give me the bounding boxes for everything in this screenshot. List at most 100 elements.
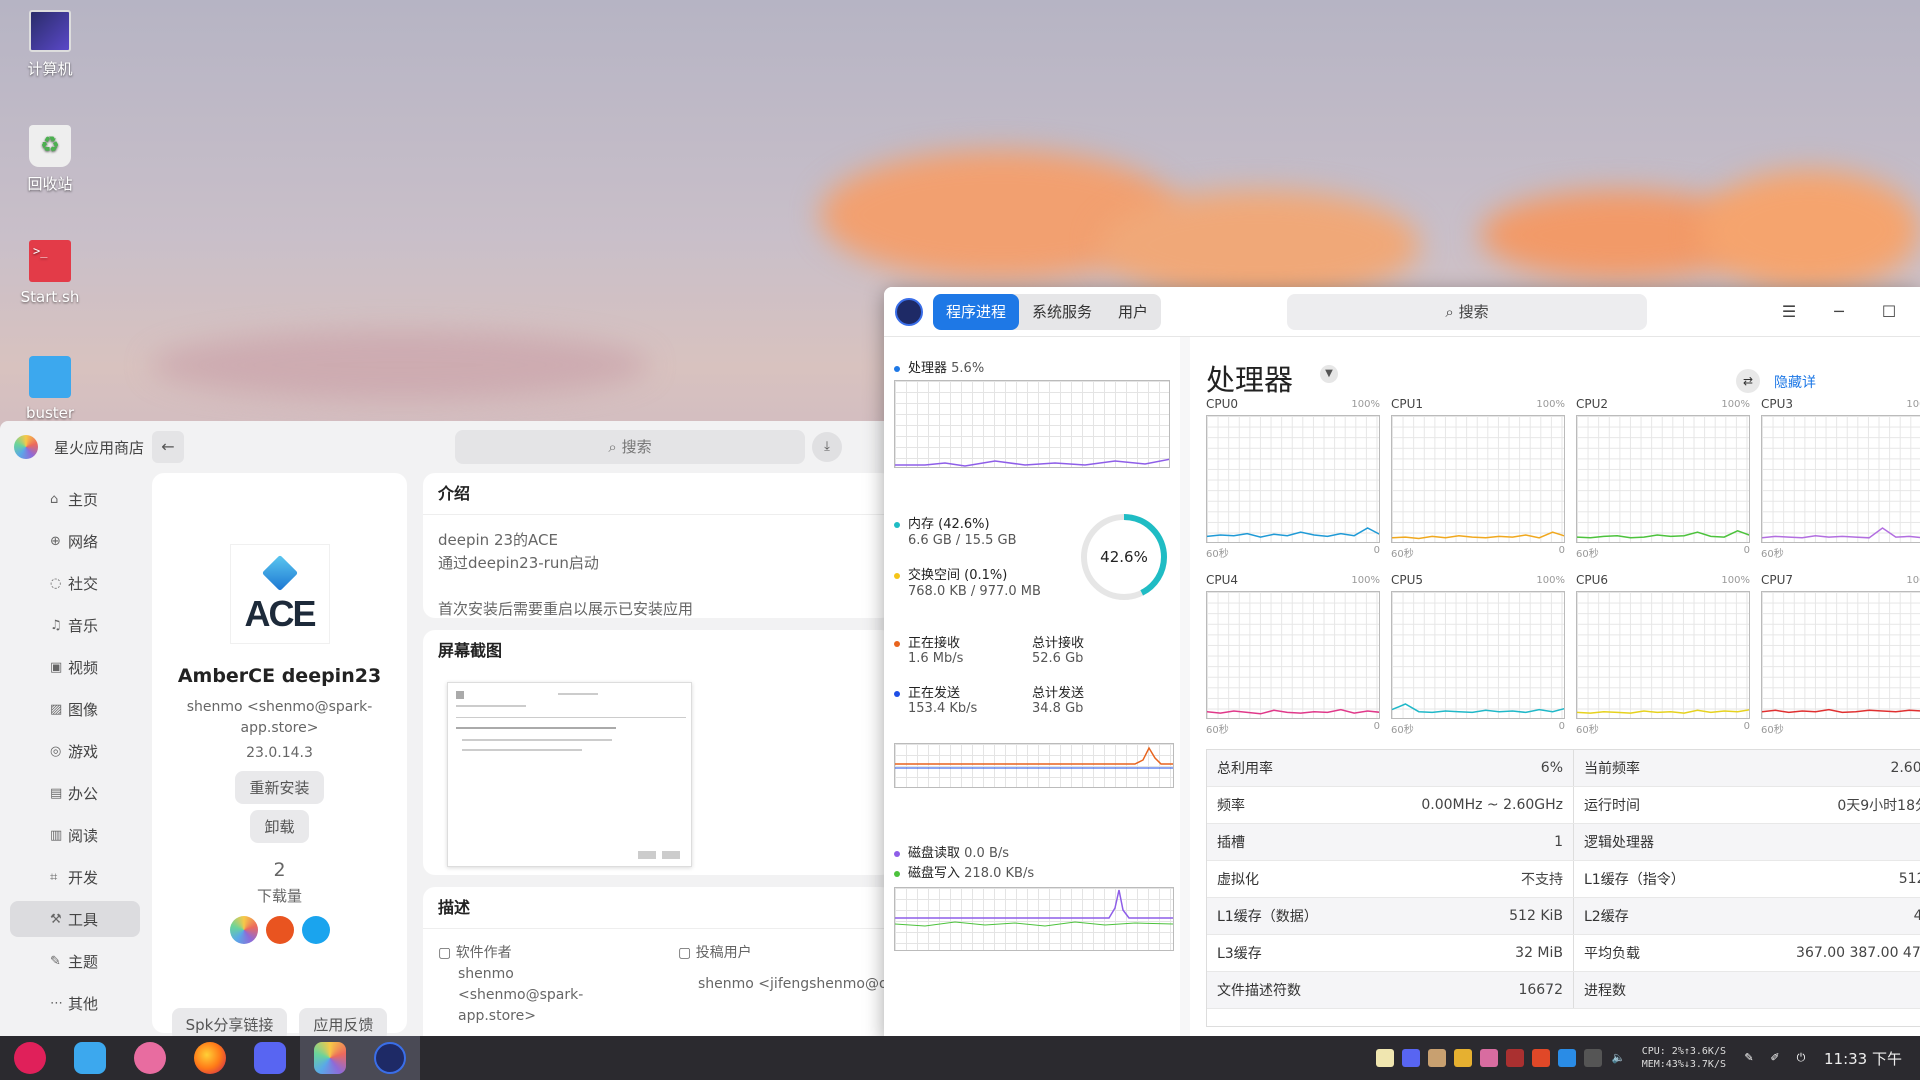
store-search-input[interactable]: ⌕ 搜索 (455, 430, 805, 464)
software-author: shenmo <shenmo@spark-app.store> (458, 966, 584, 1024)
nav-item-other[interactable]: ⋯ 其他 (10, 985, 140, 1021)
monitor-search-input[interactable]: ⌕ 搜索 (1287, 293, 1647, 330)
back-button[interactable]: ← (152, 431, 184, 463)
tab-processes[interactable]: 程序进程 (933, 293, 1020, 330)
cpu-core-max: 100% (1351, 575, 1380, 586)
cpu-core-2: CPU2 100% 60秒 0 (1576, 397, 1750, 560)
nav-item-tools[interactable]: ⚒ 工具 (10, 901, 140, 937)
menu-button[interactable]: ☰ (1774, 297, 1804, 327)
tray-folder-icon[interactable] (1453, 1049, 1472, 1067)
desktop-icon-trash[interactable]: ♻ 回收站 (14, 125, 86, 194)
tab-services[interactable]: 系统服务 (1019, 294, 1105, 330)
firefox-icon (194, 1042, 226, 1074)
store-titlebar: 星火应用商店 ← ⌕ 搜索 ⤓ (0, 421, 890, 473)
intro-title: 介绍 (423, 473, 890, 515)
detail-cell: 总利用率 6% (1207, 750, 1574, 786)
cpu-core-6: CPU6 100% 60秒 0 (1576, 573, 1750, 736)
app-info-card: ACE AmberCE deepin23 shenmo <shenmo@spar… (152, 473, 407, 1036)
cpu-core-line (1207, 527, 1379, 538)
tray-chat-icon[interactable] (1557, 1049, 1576, 1067)
detail-row: 频率0.00MHz ~ 2.60GHz运行时间0天9小时18分钟 (1207, 787, 1920, 824)
desktop-icon-buster[interactable]: buster (14, 356, 86, 422)
more-icon: ⋯ (50, 995, 63, 1011)
card-bottom-actions: Spk分享链接 应用反馈 (152, 998, 407, 1036)
cpu-details-table: 总利用率6%当前频率2.60GH频率0.00MHz ~ 2.60GHz运行时间0… (1206, 749, 1920, 1027)
nav-item-image[interactable]: ▨ 图像 (10, 691, 140, 727)
tray-discord-icon[interactable] (1401, 1049, 1420, 1067)
book-icon: ▥ (50, 827, 63, 843)
download-manager-button[interactable]: ⤓ (812, 432, 842, 462)
cpu-core-max: 100% (1536, 399, 1565, 410)
tray-cat-icon[interactable] (1427, 1049, 1446, 1067)
chevron-down-icon[interactable]: ▼ (1320, 365, 1338, 383)
file-manager-icon (74, 1042, 106, 1074)
nav-item-office[interactable]: ▤ 办公 (10, 775, 140, 811)
launcher-button[interactable] (0, 1036, 60, 1080)
feedback-button[interactable]: 应用反馈 (299, 1008, 388, 1036)
disk-read: 磁盘读取 0.0 B/s (894, 842, 1009, 861)
cpu-core-5: CPU5 100% 60秒 0 (1391, 573, 1565, 736)
uninstall-button[interactable]: 卸载 (250, 810, 309, 843)
maximize-button[interactable]: ☐ (1874, 297, 1904, 327)
nav-item-home[interactable]: ⌂ 主页 (10, 481, 140, 517)
cpu-core-graph (1391, 415, 1565, 543)
taskbar-spark-store[interactable] (300, 1036, 360, 1080)
volume-icon[interactable]: 🔈 (1610, 1049, 1628, 1067)
swap-label: 交换空间 (0.1%) (894, 564, 1007, 583)
taskbar-firefox[interactable] (180, 1036, 240, 1080)
nav-item-music[interactable]: ♫ 音乐 (10, 607, 140, 643)
tab-users[interactable]: 用户 (1105, 294, 1161, 330)
taskbar-file-manager[interactable] (60, 1036, 120, 1080)
detail-cell: L3缓存 32 MiB (1207, 935, 1574, 971)
taskbar-system-monitor[interactable] (360, 1036, 420, 1080)
package-icon: ▢ (678, 945, 696, 961)
cpu-core-4: CPU4 100% 60秒 0 (1206, 573, 1380, 736)
cpu-core-graph (1206, 591, 1380, 719)
nav-item-games[interactable]: ◎ 游戏 (10, 733, 140, 769)
tray-keyboard-icon[interactable] (1583, 1049, 1602, 1067)
detail-cell: 运行时间0天9小时18分钟 (1574, 787, 1920, 823)
download-count-label: 下载量 (256, 887, 302, 905)
detail-cell: 进程数30 (1574, 972, 1920, 1008)
brush-icon[interactable]: ✐ (1766, 1049, 1784, 1067)
reinstall-button[interactable]: 重新安装 (235, 771, 324, 804)
taskbar-settings[interactable] (120, 1036, 180, 1080)
nav-item-dev[interactable]: ⌗ 开发 (10, 859, 140, 895)
tray-spark-icon[interactable] (1479, 1049, 1498, 1067)
hide-details-link[interactable]: 隐藏详 (1774, 372, 1816, 392)
memory-ring-text: 42.6% (1100, 548, 1148, 566)
nav-item-video[interactable]: ▣ 视频 (10, 649, 140, 685)
cpu-core-line (1207, 708, 1379, 715)
tray-bottle-icon[interactable] (1505, 1049, 1524, 1067)
swap-view-icon[interactable]: ⇄ (1736, 369, 1760, 393)
pen-icon[interactable]: ✎ (1740, 1049, 1758, 1067)
app-logo: ACE (230, 545, 329, 643)
description-title: 描述 (423, 887, 890, 929)
power-icon[interactable]: ⏻ (1792, 1049, 1810, 1067)
clock[interactable]: 11:33 下午 (1824, 1048, 1902, 1069)
nav-item-reading[interactable]: ▥ 阅读 (10, 817, 140, 853)
ace-logo-text: ACE (244, 593, 316, 634)
desktop-icon-label: Start.sh (20, 288, 80, 306)
app-screenshot[interactable] (447, 682, 692, 867)
minimize-button[interactable]: ─ (1824, 297, 1854, 327)
taskbar-discord[interactable] (240, 1036, 300, 1080)
disk-write: 磁盘写入 218.0 KB/s (894, 862, 1034, 881)
memory-label: 内存 (42.6%) (894, 513, 990, 532)
cpu-core-graph (1761, 591, 1920, 719)
compat-badges (152, 916, 407, 944)
cpu-core-7: CPU7 100% 60秒0 (1761, 573, 1920, 736)
tools-icon: ⚒ (50, 911, 62, 927)
document-icon: ▤ (50, 785, 63, 801)
nav-item-network[interactable]: ⊕ 网络 (10, 523, 140, 559)
cpu-core-graph (1761, 415, 1920, 543)
tray-input-method-icon[interactable] (1531, 1049, 1550, 1067)
detail-row: L1缓存（数据）512 KiBL2缓存4 Mi (1207, 898, 1920, 935)
desktop-icon-computer[interactable]: 计算机 (14, 10, 86, 79)
nav-item-social[interactable]: ◌ 社交 (10, 565, 140, 601)
folder-icon (29, 356, 71, 398)
desktop-icon-start-sh[interactable]: >_ Start.sh (14, 240, 86, 306)
share-link-button[interactable]: Spk分享链接 (171, 1008, 288, 1036)
tray-app-icon[interactable] (1375, 1049, 1394, 1067)
nav-item-themes[interactable]: ✎ 主题 (10, 943, 140, 979)
